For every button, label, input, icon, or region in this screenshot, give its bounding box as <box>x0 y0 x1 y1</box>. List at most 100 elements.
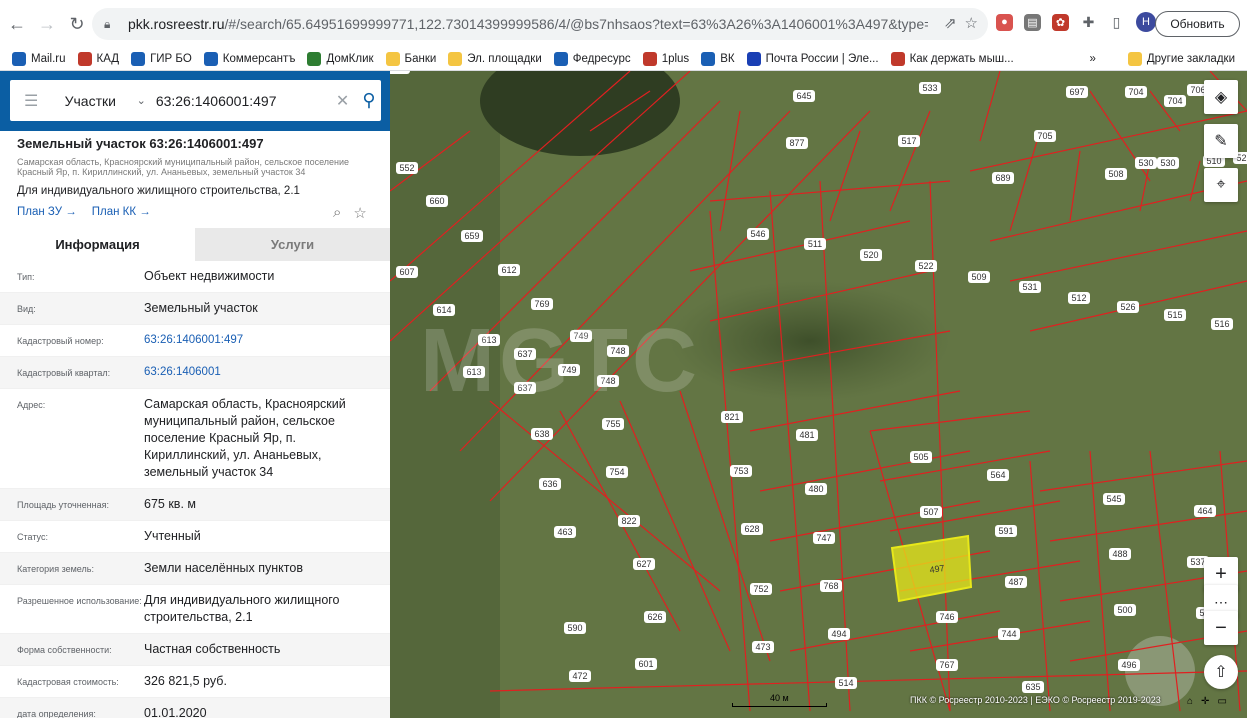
plan-kk-link[interactable]: План КК → <box>92 206 151 218</box>
plan-zu-link[interactable]: План ЗУ → <box>17 206 77 218</box>
parcel-number[interactable]: 515 <box>1164 309 1186 321</box>
bookmark-item[interactable]: Эл. площадки <box>448 52 542 66</box>
compass-button[interactable]: ⇧ <box>1204 655 1238 689</box>
parcel-number[interactable]: 520 <box>860 249 882 261</box>
parcel-number[interactable]: 531 <box>1019 281 1041 293</box>
parcel-number[interactable]: 509 <box>968 271 990 283</box>
url-text[interactable]: pkk.rosreestr.ru/#/search/65.64951699999… <box>128 16 928 32</box>
crosshair-icon[interactable]: ✛ <box>1201 696 1209 707</box>
parcel-number[interactable]: 635 <box>1022 681 1044 693</box>
share-icon[interactable]: ⇗ <box>944 14 957 32</box>
parcel-number[interactable]: 638 <box>531 428 553 440</box>
parcel-number[interactable]: 546 <box>747 228 769 240</box>
lock-icon[interactable]: 🔒︎ <box>104 17 118 32</box>
tab-info[interactable]: Информация <box>0 228 195 261</box>
parcel-number[interactable]: 689 <box>992 172 1014 184</box>
parcel-number[interactable]: 472 <box>569 670 591 682</box>
parcel-number[interactable]: 464 <box>1194 505 1216 517</box>
parcel-number[interactable]: 505 <box>910 451 932 463</box>
parcel-number[interactable]: 463 <box>554 526 576 538</box>
parcel-number[interactable]: 533 <box>919 82 941 94</box>
clear-icon[interactable]: ✕ <box>336 91 355 111</box>
parcel-number[interactable]: 755 <box>602 418 624 430</box>
parcel-number[interactable]: 636 <box>539 478 561 490</box>
parcel-number[interactable]: 628 <box>741 523 763 535</box>
parcel-number[interactable]: 511 <box>804 238 826 250</box>
other-bookmarks[interactable]: Другие закладки <box>1127 52 1235 66</box>
forward-icon[interactable]: → <box>34 11 60 37</box>
parcel-number[interactable]: 591 <box>995 525 1017 537</box>
zoom-out-button[interactable]: − <box>1204 611 1238 645</box>
parcel-number[interactable]: 768 <box>820 580 842 592</box>
bookmark-item[interactable]: ГИР БО <box>131 52 192 66</box>
profile-avatar[interactable]: Н <box>1136 12 1156 32</box>
bookmark-item[interactable]: КАД <box>77 52 119 66</box>
chevron-down-icon[interactable]: ⌄ <box>137 94 146 107</box>
parcel-number[interactable]: 512 <box>1068 292 1090 304</box>
parcel-number[interactable]: 612 <box>498 264 520 276</box>
parcel-number[interactable]: 705 <box>1034 130 1056 142</box>
parcel-number[interactable]: 600 <box>390 71 410 74</box>
parcel-number[interactable]: 530 <box>1135 157 1157 169</box>
map-view[interactable]: 497 645 533 697 704 704 706 877 517 705 552 689 508… <box>390 71 1247 718</box>
parcel-number[interactable]: 601 <box>635 658 657 670</box>
parcel-number[interactable]: 877 <box>786 137 808 149</box>
bookmark-item[interactable]: Коммерсантъ <box>203 52 295 66</box>
parcel-number[interactable]: 522 <box>915 260 937 272</box>
extensions-puzzle-icon[interactable]: ✚ <box>1080 14 1097 31</box>
bookmark-star-icon[interactable]: ☆ <box>965 14 978 32</box>
parcel-number[interactable]: 517 <box>898 135 920 147</box>
parcel-number[interactable]: 821 <box>721 411 743 423</box>
parcel-number[interactable]: 746 <box>936 611 958 623</box>
parcel-number[interactable]: 481 <box>796 429 818 441</box>
tab-services[interactable]: Услуги <box>195 228 390 261</box>
parcel-number[interactable]: 514 <box>835 677 857 689</box>
zoom-to-parcel-icon[interactable]: ⌕ <box>333 204 341 222</box>
parcel-number[interactable]: 473 <box>752 641 774 653</box>
back-icon[interactable]: ← <box>4 11 30 37</box>
update-button[interactable]: Обновить <box>1155 11 1240 37</box>
parcel-number[interactable]: 526 <box>1117 301 1139 313</box>
parcel-number[interactable]: 752 <box>750 583 772 595</box>
parcel-number[interactable]: 769 <box>531 298 553 310</box>
parcel-number[interactable]: 822 <box>618 515 640 527</box>
parcel-number[interactable]: 626 <box>644 611 666 623</box>
bookmark-item[interactable]: Почта России | Эле... <box>746 52 879 66</box>
menu-icon[interactable]: ☰ <box>24 91 43 111</box>
parcel-number[interactable]: 494 <box>828 628 850 640</box>
search-icon[interactable]: ⚲ <box>362 90 381 111</box>
layers-button[interactable]: ◈ <box>1204 80 1238 114</box>
parcel-number[interactable]: 659 <box>461 230 483 242</box>
parcel-number[interactable]: 564 <box>987 469 1009 481</box>
parcel-number[interactable]: 697 <box>1066 86 1088 98</box>
info-value-link[interactable]: 63:26:1406001 <box>144 364 374 381</box>
parcel-number[interactable]: 607 <box>396 266 418 278</box>
parcel-number[interactable]: 754 <box>606 466 628 478</box>
parcel-number[interactable]: 507 <box>920 506 942 518</box>
parcel-number[interactable]: 496 <box>1118 659 1140 671</box>
bookmark-item[interactable]: Федресурс <box>553 52 631 66</box>
map-canvas[interactable]: 497 645533 697 704704706877 517 705552689 508… <box>390 71 1247 718</box>
parcel-number[interactable]: 627 <box>633 558 655 570</box>
bookmarks-more-button[interactable]: » <box>1089 53 1095 65</box>
bookmark-item[interactable]: ДомКлик <box>307 52 374 66</box>
parcel-number[interactable]: 530 <box>1157 157 1179 169</box>
parcel-number[interactable]: 545 <box>1103 493 1125 505</box>
parcel-number[interactable]: 747 <box>813 532 835 544</box>
parcel-number[interactable]: 660 <box>426 195 448 207</box>
search-type-select[interactable]: Участки <box>65 93 116 109</box>
locate-button[interactable]: ⌖ <box>1204 168 1238 202</box>
parcel-number[interactable]: 487 <box>1005 576 1027 588</box>
bookmark-item[interactable]: 1plus <box>642 52 689 66</box>
print-icon[interactable]: ▭ <box>1217 696 1226 707</box>
measure-button[interactable]: ✎ <box>1204 124 1238 158</box>
parcel-number[interactable]: 590 <box>564 622 586 634</box>
bookmark-item[interactable]: Mail.ru <box>12 52 66 66</box>
parcel-number[interactable]: 704 <box>1125 86 1147 98</box>
bookmark-item[interactable]: Как держать мыш... <box>890 52 1014 66</box>
parcel-number[interactable]: 704 <box>1164 95 1186 107</box>
extension-flower-icon[interactable]: ✿ <box>1052 13 1069 31</box>
extension-grey-icon[interactable]: ▤ <box>1024 13 1041 31</box>
reload-icon[interactable]: ↻ <box>64 11 90 37</box>
parcel-number[interactable]: 500 <box>1114 604 1136 616</box>
